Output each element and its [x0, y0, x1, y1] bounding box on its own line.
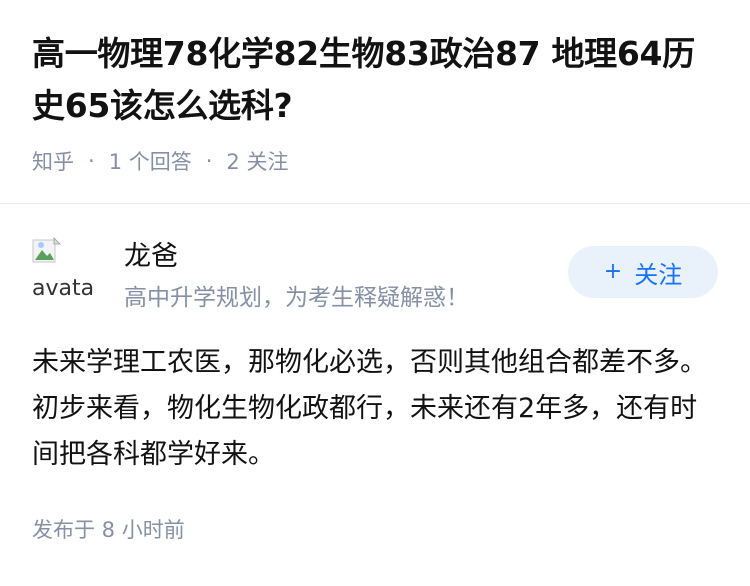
meta-separator: · — [205, 149, 213, 173]
avatar[interactable]: avatar — [32, 236, 96, 300]
question-title[interactable]: 高一物理78化学82生物83政治87 地理64历史65该怎么选科? — [32, 28, 718, 132]
plus-icon: + — [603, 259, 623, 284]
follow-button[interactable]: + 关注 — [568, 246, 718, 298]
answer-count[interactable]: 1 个回答 — [109, 146, 192, 176]
answer-card: avatar 龙爸 高中升学规划，为考生释疑解惑！ + 关注 未来学理工农医，那… — [32, 228, 718, 544]
answer-timestamp[interactable]: 发布于 8 小时前 — [32, 514, 718, 544]
question-meta: 知乎 · 1 个回答 · 2 关注 — [32, 146, 718, 176]
author-name[interactable]: 龙爸 — [124, 234, 178, 273]
question-header: 高一物理78化学82生物83政治87 地理64历史65该怎么选科? 知乎 · 1… — [0, 0, 750, 176]
author-headline: 高中升学规划，为考生释疑解惑！ — [124, 285, 469, 311]
follower-count[interactable]: 2 关注 — [226, 146, 288, 176]
answer-content[interactable]: 未来学理工农医，那物化必选，否则其他组合都差不多。初步来看，物化生物化政都行，未… — [32, 340, 718, 478]
follow-button-label: 关注 — [634, 260, 683, 289]
author-info: avatar 龙爸 高中升学规划，为考生释疑解惑！ + 关注 — [32, 228, 718, 318]
meta-separator: · — [88, 149, 95, 173]
avatar-alt-text: avatar — [32, 276, 96, 300]
divider — [0, 203, 750, 204]
broken-image-icon — [32, 237, 61, 263]
source-label[interactable]: 知乎 — [32, 146, 74, 176]
